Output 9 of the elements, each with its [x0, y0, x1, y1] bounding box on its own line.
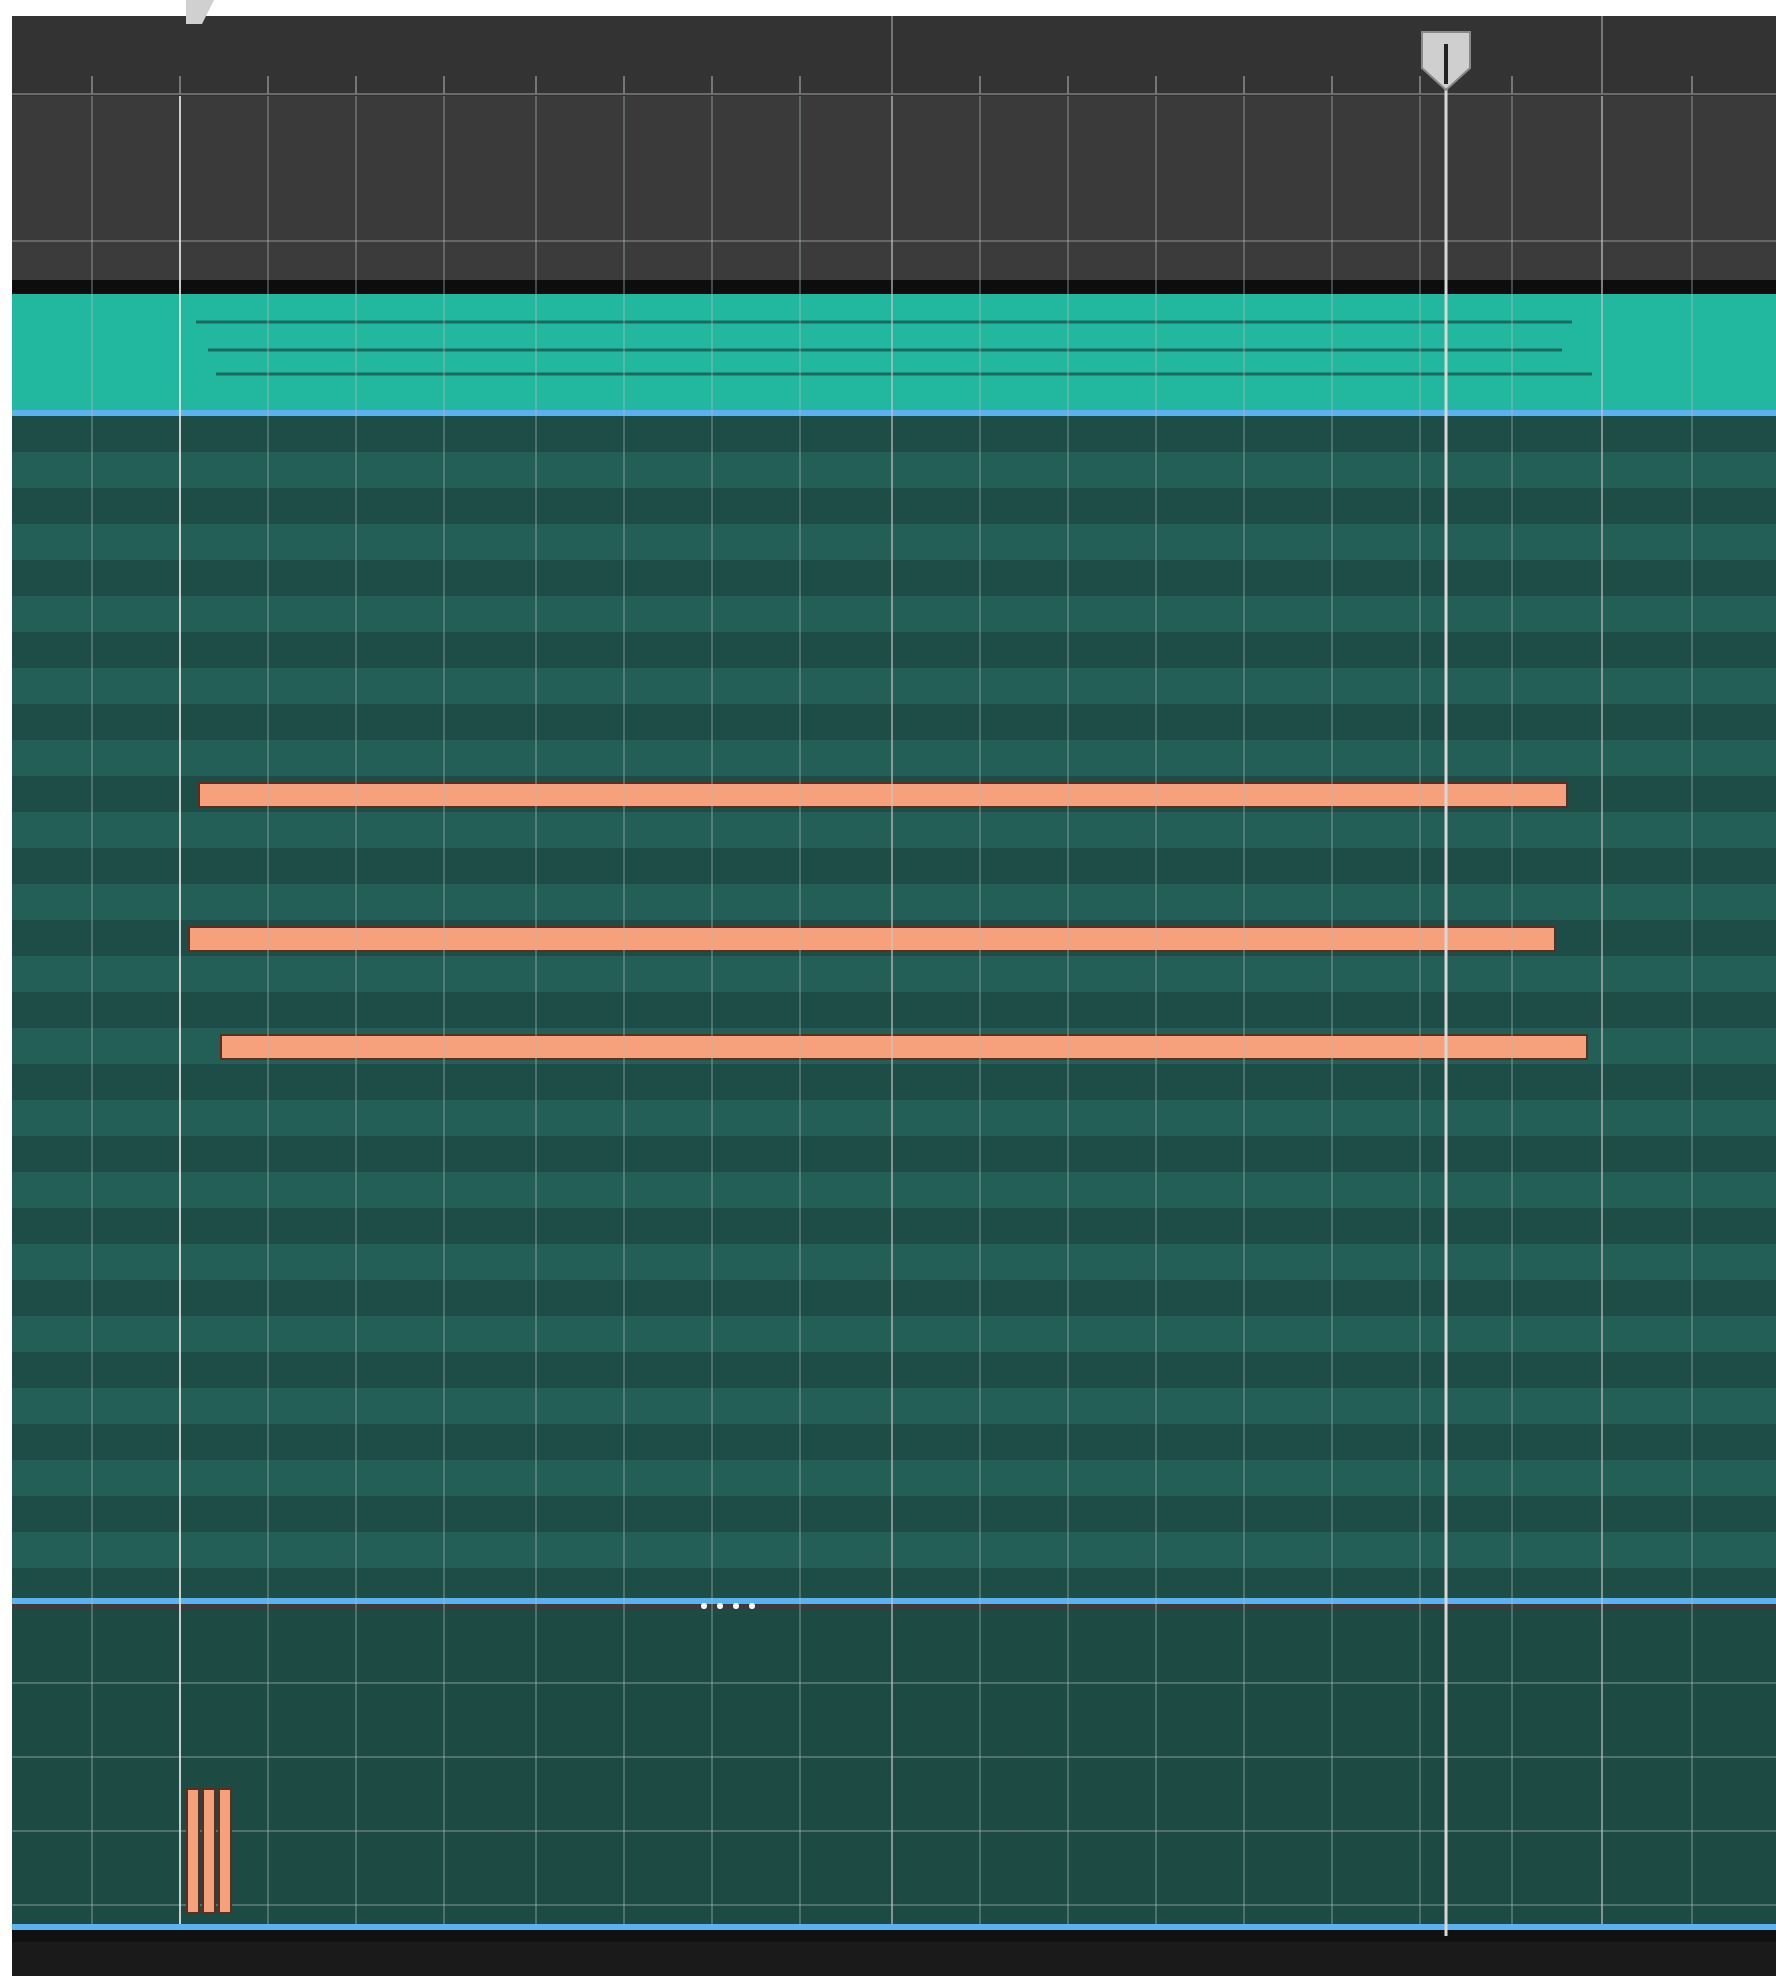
note-bar[interactable] — [220, 1034, 1588, 1060]
velocity-bar[interactable] — [186, 1788, 200, 1914]
playhead-marker[interactable] — [1421, 31, 1471, 92]
velocity-bar[interactable] — [202, 1788, 216, 1914]
velocity-bar[interactable] — [218, 1788, 232, 1914]
note-bar[interactable] — [198, 782, 1568, 808]
resize-handle-icon[interactable] — [698, 1602, 758, 1610]
note-bar[interactable] — [188, 926, 1556, 952]
locator-marker[interactable] — [186, 0, 214, 24]
